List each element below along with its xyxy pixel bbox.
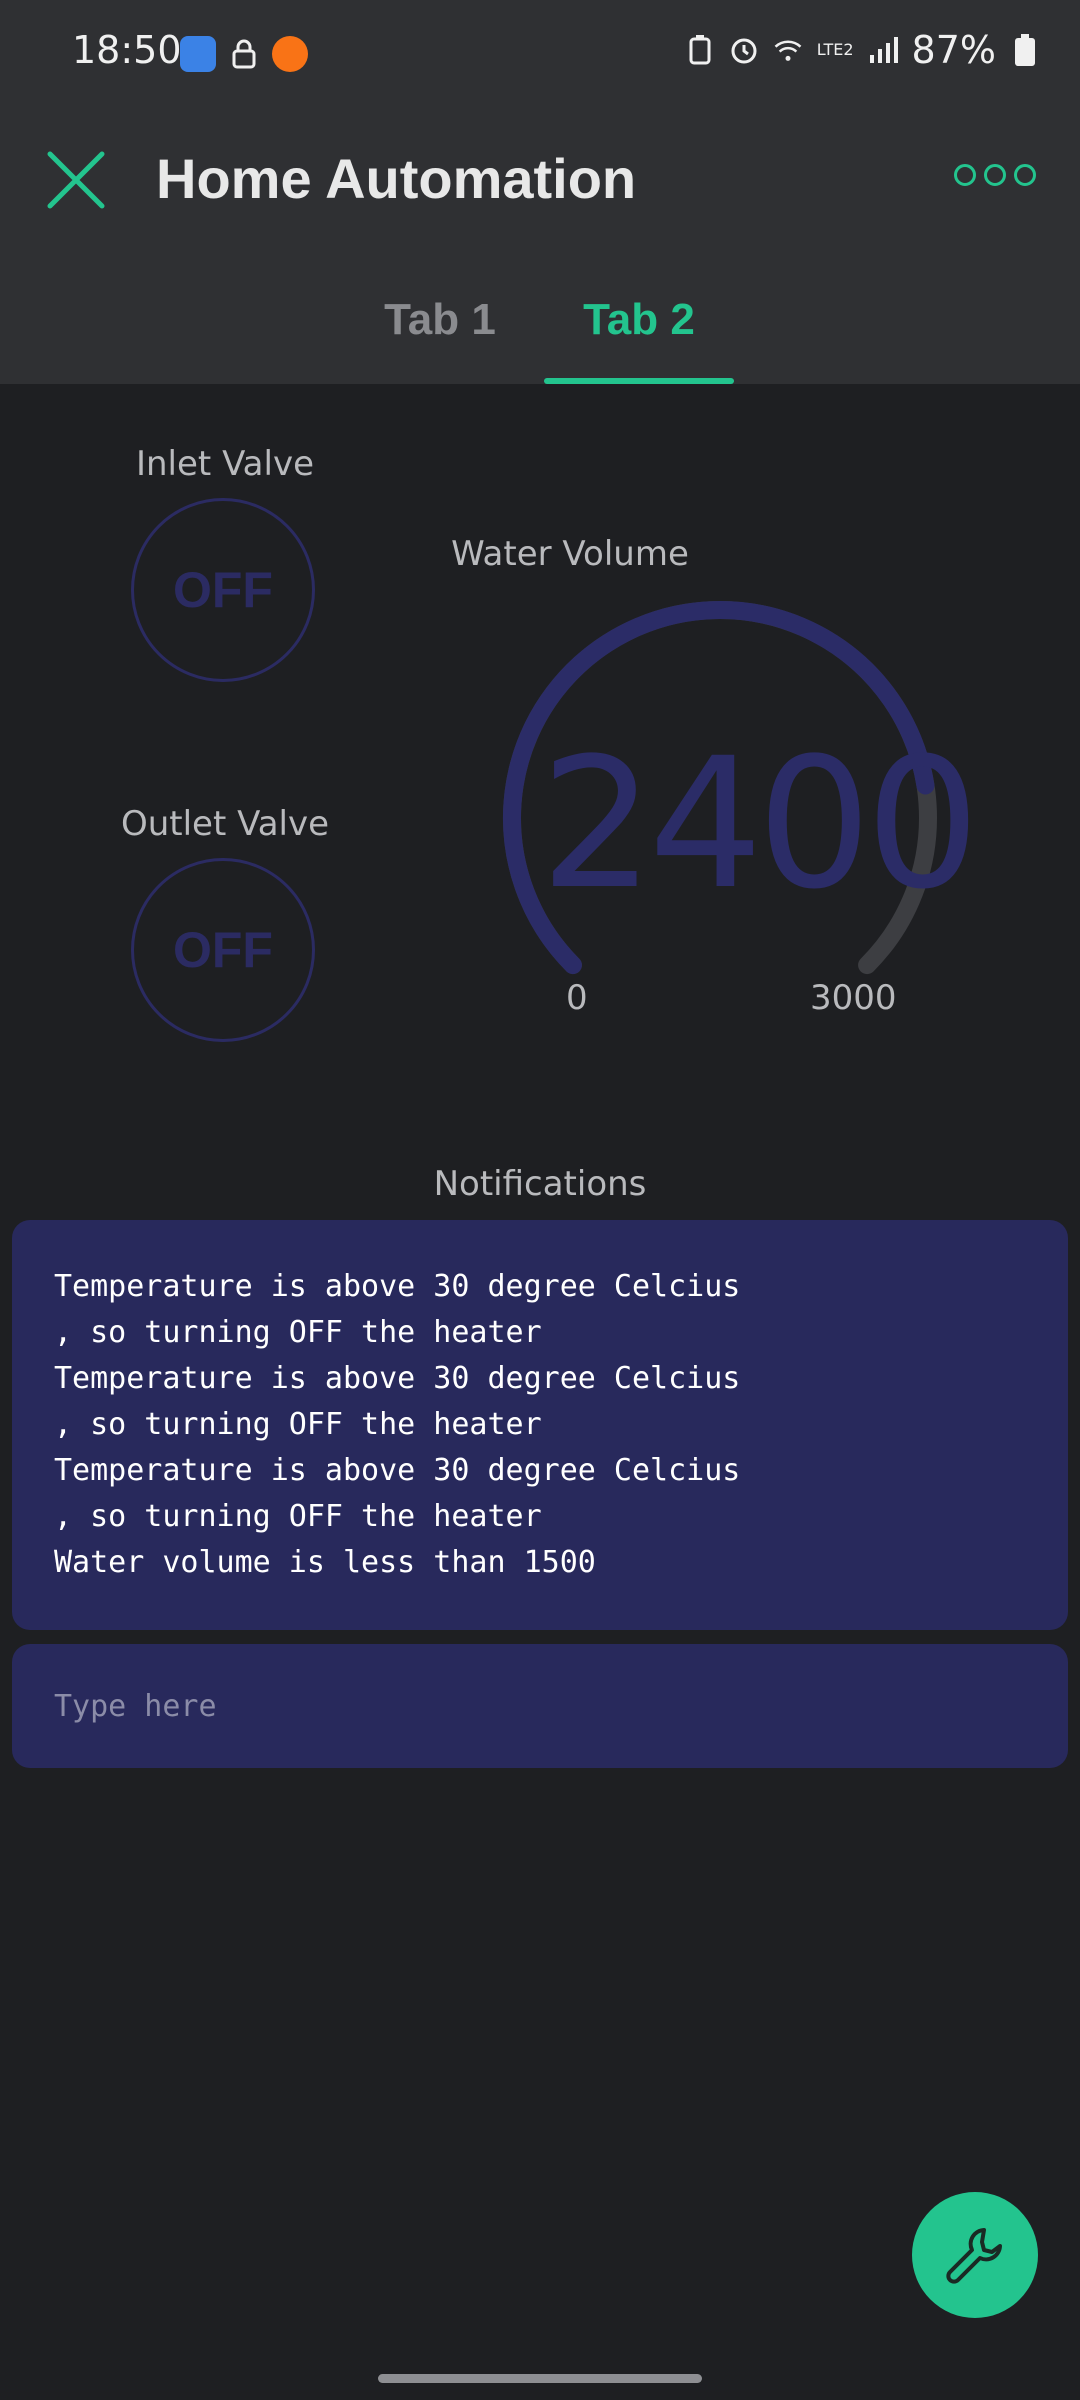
terminal-line: Temperature is above 30 degree Celcius (54, 1361, 741, 1396)
network-type: LTE2 (816, 40, 854, 59)
notifications-label: Notifications (433, 1164, 647, 1204)
tab-bar: Tab 1 Tab 2 (0, 276, 1080, 384)
app-notification-icon (180, 36, 216, 72)
terminal-line: , so turning OFF the heater (54, 1315, 542, 1350)
signal-icon (868, 35, 898, 65)
notifications-terminal[interactable]: Temperature is above 30 degree Celcius ,… (12, 1220, 1068, 1630)
home-indicator[interactable] (378, 2374, 702, 2383)
water-volume-label: Water Volume (451, 534, 689, 574)
wrench-icon (946, 2228, 1002, 2284)
tab-2-label: Tab 2 (583, 295, 695, 344)
status-right: LTE2 87% (685, 28, 1040, 72)
tab-2[interactable]: Tab 2 (544, 276, 734, 384)
outlet-valve-button[interactable]: OFF (131, 858, 315, 1042)
battery-icon (1010, 34, 1040, 66)
terminal-line: Temperature is above 30 degree Celcius (54, 1453, 741, 1488)
app-bar: Home Automation Tab 1 Tab 2 (0, 108, 1080, 384)
battery-percent: 87% (911, 28, 996, 72)
more-dots-icon[interactable] (954, 164, 1036, 186)
gauge-max: 3000 (810, 978, 897, 1018)
battery-saver-icon (685, 35, 715, 65)
wifi-icon (773, 35, 803, 65)
alarm-icon (729, 35, 759, 65)
gauge-value: 2400 (540, 720, 980, 929)
inlet-valve-label: Inlet Valve (135, 444, 315, 484)
terminal-line: , so turning OFF the heater (54, 1407, 542, 1442)
terminal-line: , so turning OFF the heater (54, 1499, 542, 1534)
terminal-line: Temperature is above 30 degree Celcius (54, 1269, 741, 1304)
settings-fab[interactable] (912, 2192, 1038, 2318)
terminal-input[interactable] (12, 1644, 1068, 1768)
outlet-valve-label: Outlet Valve (120, 804, 330, 844)
active-tab-indicator (544, 378, 734, 384)
page-title: Home Automation (156, 147, 637, 210)
tab-1[interactable]: Tab 1 (370, 276, 510, 384)
status-time: 18:50 (72, 28, 182, 72)
lock-icon (226, 36, 262, 72)
status-bar: 18:50 LTE2 87% (0, 0, 1080, 108)
terminal-line: Water volume is less than 1500 (54, 1545, 596, 1580)
inlet-valve-button[interactable]: OFF (131, 498, 315, 682)
gauge-min: 0 (566, 978, 588, 1018)
close-icon[interactable] (44, 148, 108, 212)
app-icon-orange (272, 36, 308, 72)
